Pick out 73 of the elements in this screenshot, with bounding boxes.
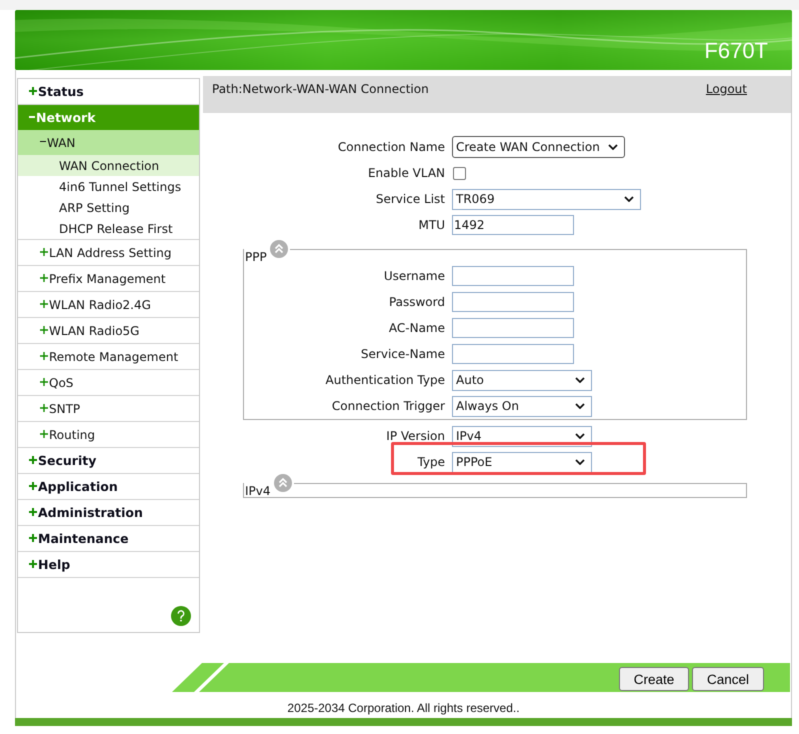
- create-button[interactable]: Create: [619, 667, 689, 691]
- plus-icon[interactable]: [40, 300, 48, 308]
- field-label: Service-Name: [360, 347, 445, 361]
- copyright-text: 2025-2034 Corporation. All rights reserved..: [287, 701, 520, 715]
- submenu-item[interactable]: DHCP Release First: [18, 218, 199, 239]
- field-label: Connection Name: [338, 140, 445, 154]
- plus-icon[interactable]: [40, 352, 48, 360]
- submenu-item[interactable]: QoS: [18, 370, 199, 395]
- section-title: PPP: [244, 250, 267, 264]
- minus-icon[interactable]: [29, 116, 35, 118]
- breadcrumb: Path:Network-WAN-WAN Connection: [212, 82, 429, 97]
- dropdown[interactable]: Auto: [452, 370, 592, 390]
- section-title: IPv4: [244, 484, 271, 498]
- stripe-drawing: [194, 663, 229, 692]
- plus-icon[interactable]: [29, 86, 37, 94]
- logout-link[interactable]: Logout: [706, 82, 747, 97]
- menu-item[interactable]: Status: [18, 79, 199, 104]
- plus-icon[interactable]: [29, 534, 37, 542]
- input-field[interactable]: [452, 344, 574, 364]
- dropdown[interactable]: Create WAN Connection: [452, 136, 625, 158]
- menu-item[interactable]: Security: [18, 448, 199, 473]
- model-name: F670T: [704, 38, 768, 64]
- plus-icon[interactable]: [40, 248, 48, 256]
- submenu-item[interactable]: Prefix Management: [18, 266, 199, 291]
- caret-icon: [624, 196, 634, 202]
- plus-icon[interactable]: [40, 326, 48, 334]
- plus-icon[interactable]: [40, 378, 48, 386]
- caret-icon: [608, 144, 618, 150]
- caret-icon: [575, 403, 585, 409]
- field-label: Authentication Type: [326, 373, 445, 387]
- caret-icon: [575, 377, 585, 383]
- field-label: MTU: [418, 218, 445, 232]
- menu-item[interactable]: Maintenance: [18, 526, 199, 551]
- submenu-item[interactable]: WLAN Radio5G: [18, 318, 199, 343]
- field-label: AC-Name: [388, 321, 445, 335]
- plus-icon[interactable]: [40, 274, 48, 282]
- submenu-item[interactable]: WAN: [18, 130, 199, 155]
- field-label: Type: [417, 455, 445, 469]
- submenu-item[interactable]: SNTP: [18, 396, 199, 421]
- submenu-item[interactable]: WAN Connection: [18, 155, 199, 176]
- help-icon[interactable]: [171, 606, 191, 626]
- plus-icon[interactable]: [29, 456, 37, 464]
- field-label: Connection Trigger: [332, 399, 445, 413]
- input-field[interactable]: [452, 266, 574, 286]
- field-label: Username: [384, 269, 445, 283]
- dropdown[interactable]: Always On: [452, 396, 592, 416]
- field-label: Enable VLAN: [368, 166, 445, 180]
- submenu-item[interactable]: WLAN Radio2.4G: [18, 292, 199, 317]
- input-field[interactable]: [452, 318, 574, 338]
- plus-icon[interactable]: [40, 430, 48, 438]
- submenu-item[interactable]: 4in6 Tunnel Settings: [18, 176, 199, 197]
- field-label: Password: [388, 295, 445, 309]
- menu-item[interactable]: Administration: [18, 500, 199, 525]
- field-label: IP Version: [386, 429, 445, 443]
- submenu-item[interactable]: Routing: [18, 422, 199, 447]
- submenu-item[interactable]: Remote Management: [18, 344, 199, 369]
- menu-item[interactable]: Application: [18, 474, 199, 499]
- plus-icon[interactable]: [29, 482, 37, 490]
- caret-icon: [575, 433, 585, 439]
- checkbox[interactable]: [453, 166, 466, 180]
- input-field[interactable]: [452, 292, 574, 312]
- submenu-item[interactable]: ARP Setting: [18, 197, 199, 218]
- field-label: Service List: [376, 192, 445, 206]
- menu-item[interactable]: Help: [18, 552, 199, 577]
- plus-icon[interactable]: [29, 560, 37, 568]
- input-field[interactable]: 1492: [452, 215, 574, 235]
- cancel-button[interactable]: Cancel: [692, 667, 764, 691]
- caret-icon: [575, 459, 585, 465]
- dropdown[interactable]: TR069: [452, 188, 641, 210]
- dropdown[interactable]: PPPoE: [452, 452, 592, 472]
- plus-icon[interactable]: [40, 404, 48, 412]
- submenu-item[interactable]: LAN Address Setting: [18, 240, 199, 265]
- plus-icon[interactable]: [29, 508, 37, 516]
